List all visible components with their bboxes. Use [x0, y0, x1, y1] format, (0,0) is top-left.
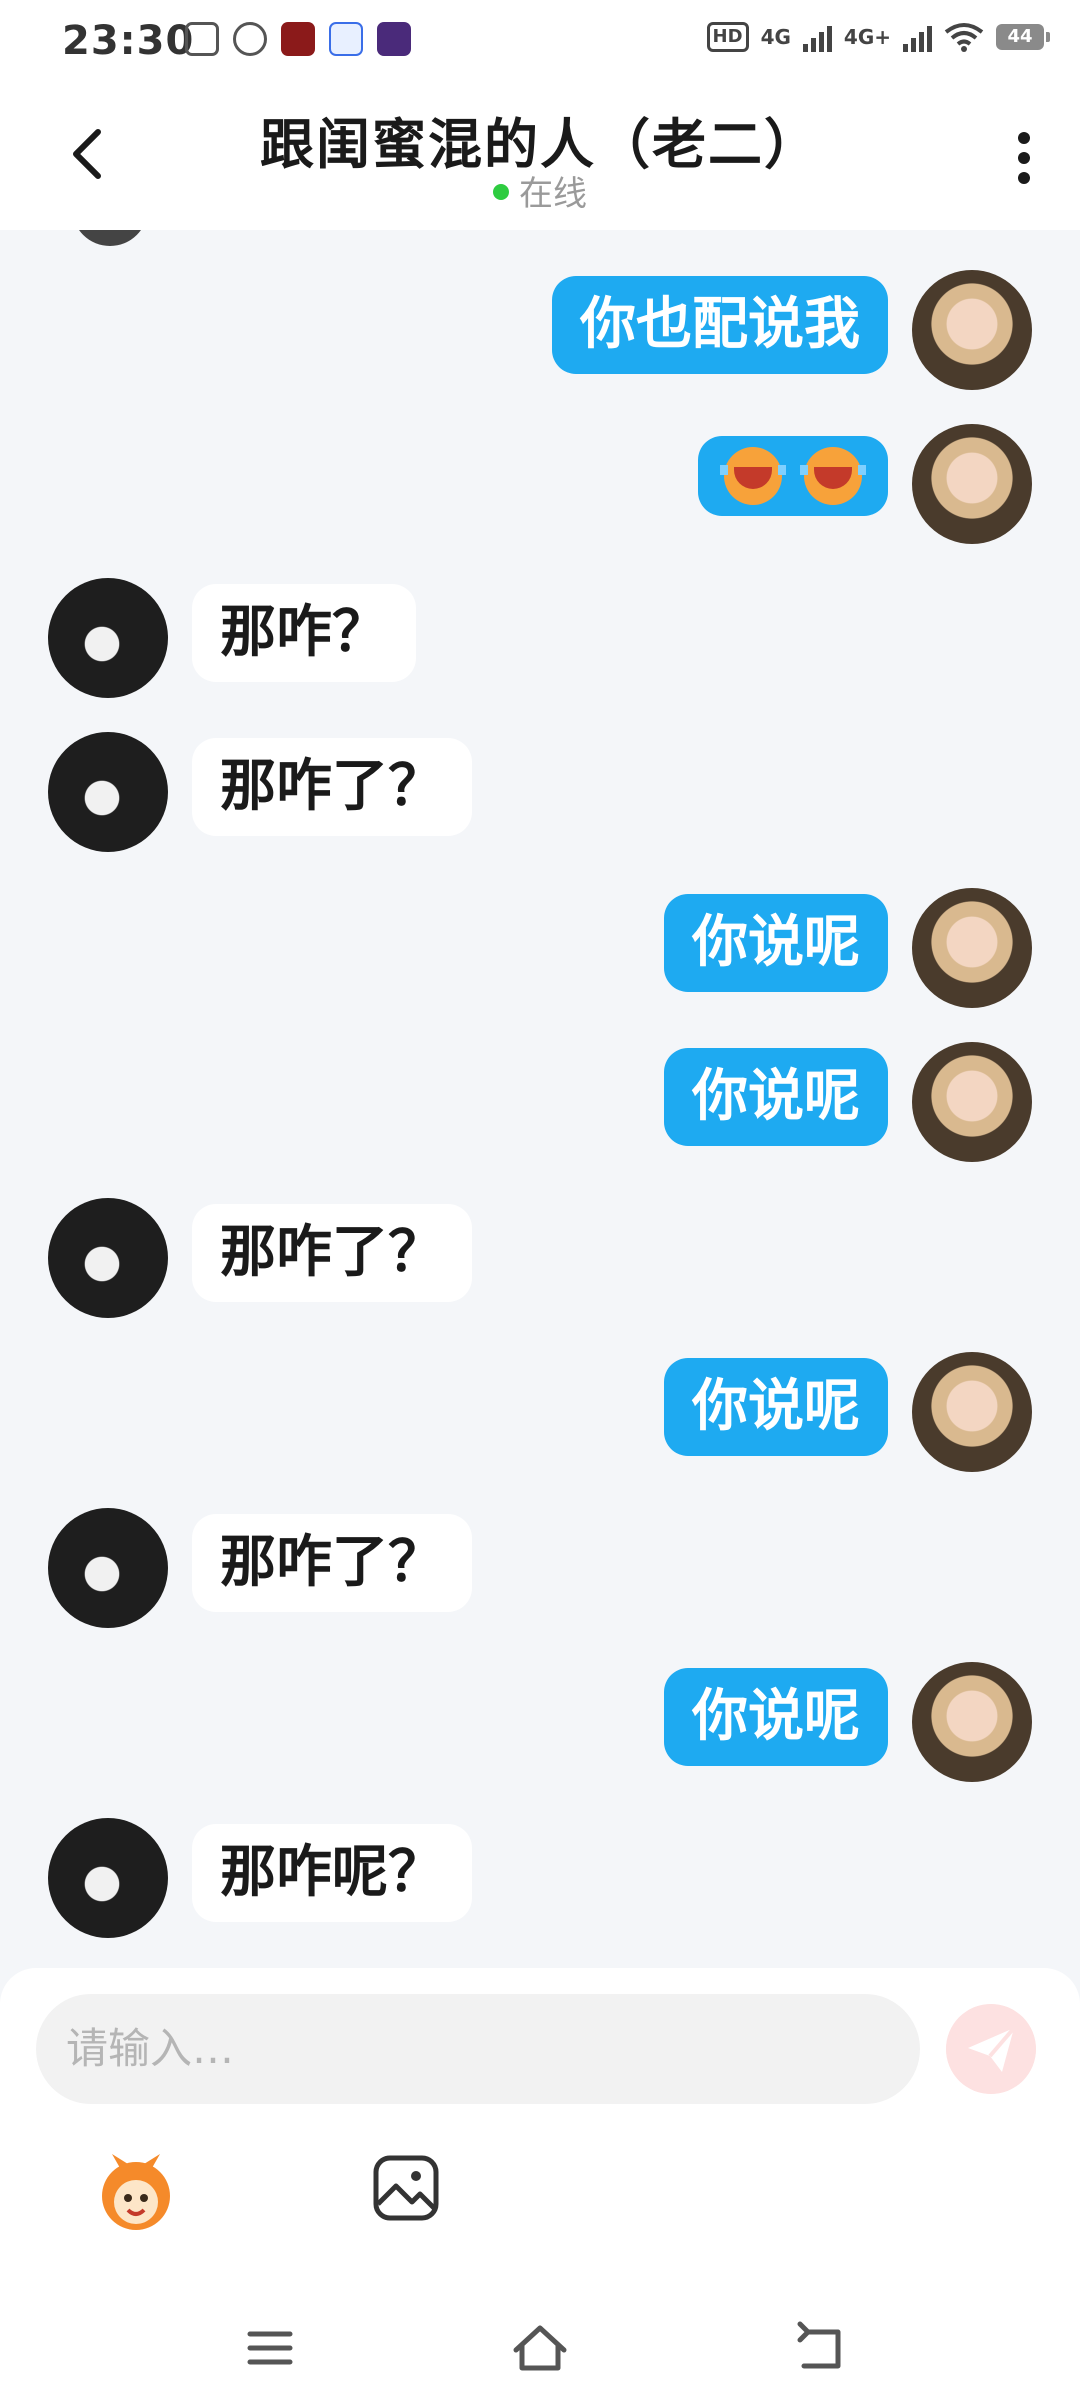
- message-row: 你说呢: [0, 888, 1080, 1012]
- network-4g-plus-label: 4G+: [843, 25, 891, 49]
- message-list[interactable]: 你也配说我 那咋？ 那咋了？ 你说呢 你说呢 那咋了？ 你说呢 那咋了？ 你说呢…: [0, 230, 1080, 1970]
- my-avatar[interactable]: [912, 424, 1032, 544]
- notification-icons: [185, 22, 411, 56]
- message-bubble[interactable]: 那咋？: [192, 584, 416, 682]
- contact-avatar[interactable]: [48, 1508, 168, 1628]
- message-row: 你说呢: [0, 1042, 1080, 1166]
- my-avatar[interactable]: [912, 888, 1032, 1008]
- app-notification-icon: [377, 22, 411, 56]
- crying-face-icon: [800, 447, 866, 505]
- message-bubble[interactable]: 那咋了？: [192, 738, 472, 836]
- network-4g-label: 4G: [760, 25, 791, 49]
- message-row: 那咋了？: [0, 732, 1080, 856]
- avatar: [72, 230, 148, 246]
- online-dot-icon: [493, 183, 509, 200]
- chat-header: 跟闺蜜混的人（老二） 在线: [0, 84, 1080, 230]
- system-nav-bar: [0, 2290, 1080, 2408]
- send-button[interactable]: [946, 2004, 1036, 2094]
- message-bubble[interactable]: 你说呢: [664, 1358, 888, 1456]
- crying-face-icon: [720, 447, 786, 505]
- my-avatar[interactable]: [912, 1042, 1032, 1162]
- my-avatar[interactable]: [912, 1352, 1032, 1472]
- back-nav-icon[interactable]: [790, 2318, 850, 2378]
- status-time: 23:30: [62, 18, 195, 64]
- message-row: 你说呢: [0, 1662, 1080, 1786]
- more-options-button[interactable]: [1004, 128, 1044, 188]
- image-picker-button[interactable]: [372, 2154, 440, 2222]
- app-notification-icon: [281, 22, 315, 56]
- message-bubble[interactable]: 那咋了？: [192, 1204, 472, 1302]
- message-row: 那咋？: [0, 578, 1080, 702]
- wifi-icon: [944, 23, 984, 52]
- message-row: 那咋呢？: [0, 1818, 1080, 1942]
- menu-icon[interactable]: [240, 2318, 300, 2378]
- message-row: 你说呢: [0, 1352, 1080, 1476]
- message-bubble[interactable]: 那咋了？: [192, 1514, 472, 1612]
- message-row: 那咋了？: [0, 1508, 1080, 1632]
- message-input-placeholder: 请输入…: [66, 2024, 235, 2073]
- message-bubble[interactable]: 你说呢: [664, 894, 888, 992]
- battery-icon: 44: [996, 24, 1050, 50]
- signal-icon: [903, 22, 932, 52]
- emoji-message-bubble[interactable]: [698, 436, 888, 516]
- message-row: [0, 424, 1080, 548]
- home-icon[interactable]: [510, 2318, 570, 2378]
- system-status-icons: HD 4G 4G+ 44: [706, 22, 1050, 52]
- sticker-button[interactable]: [92, 2148, 180, 2236]
- message-row: 你也配说我: [0, 270, 1080, 394]
- contact-avatar[interactable]: [48, 1198, 168, 1318]
- my-avatar[interactable]: [912, 270, 1032, 390]
- message-row: 那咋了？: [0, 1198, 1080, 1322]
- contact-avatar[interactable]: [48, 1818, 168, 1938]
- contact-avatar[interactable]: [48, 732, 168, 852]
- hd-voice-icon: HD: [706, 22, 749, 52]
- message-input[interactable]: 请输入…: [36, 1994, 920, 2104]
- online-status: 在线: [0, 166, 1080, 215]
- app-notification-icon: [185, 22, 219, 56]
- online-status-label: 在线: [519, 174, 587, 214]
- signal-icon: [802, 22, 832, 52]
- status-bar: 23:30 HD 4G 4G+ 44: [0, 0, 1080, 84]
- contact-avatar[interactable]: [48, 578, 168, 698]
- message-bubble[interactable]: 那咋呢？: [192, 1824, 472, 1922]
- message-bubble[interactable]: 你说呢: [664, 1668, 888, 1766]
- message-bubble[interactable]: 你说呢: [664, 1048, 888, 1146]
- app-notification-icon: [329, 22, 363, 56]
- message-bubble[interactable]: 你也配说我: [552, 276, 888, 374]
- app-notification-icon: [233, 22, 267, 56]
- my-avatar[interactable]: [912, 1662, 1032, 1782]
